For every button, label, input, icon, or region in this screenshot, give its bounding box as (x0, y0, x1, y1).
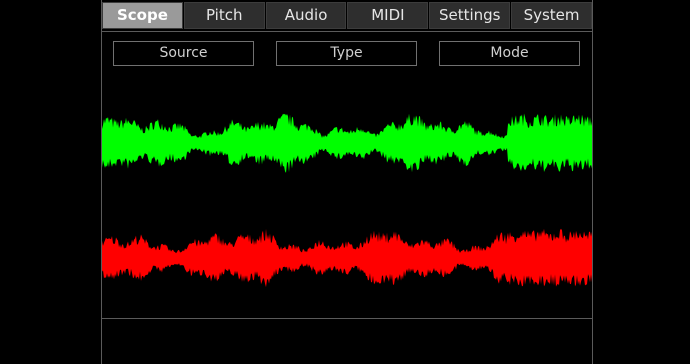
tab-settings[interactable]: Settings (429, 2, 511, 29)
waveform-display (102, 113, 592, 288)
right-channel-waveform (102, 228, 592, 288)
left-channel-waveform (102, 113, 592, 173)
scope-panel: Scope Pitch Audio MIDI Settings System S… (101, 0, 593, 364)
mode-button[interactable]: Mode (439, 41, 580, 66)
tab-bar: Scope Pitch Audio MIDI Settings System (102, 2, 592, 31)
tab-system[interactable]: System (511, 2, 592, 29)
tab-scope[interactable]: Scope (102, 2, 183, 29)
type-button[interactable]: Type (276, 41, 417, 66)
tab-audio[interactable]: Audio (265, 2, 347, 29)
tab-pitch[interactable]: Pitch (183, 2, 265, 29)
bottom-divider (102, 318, 592, 319)
tab-divider (102, 31, 592, 32)
source-button[interactable]: Source (113, 41, 254, 66)
tab-midi[interactable]: MIDI (347, 2, 429, 29)
